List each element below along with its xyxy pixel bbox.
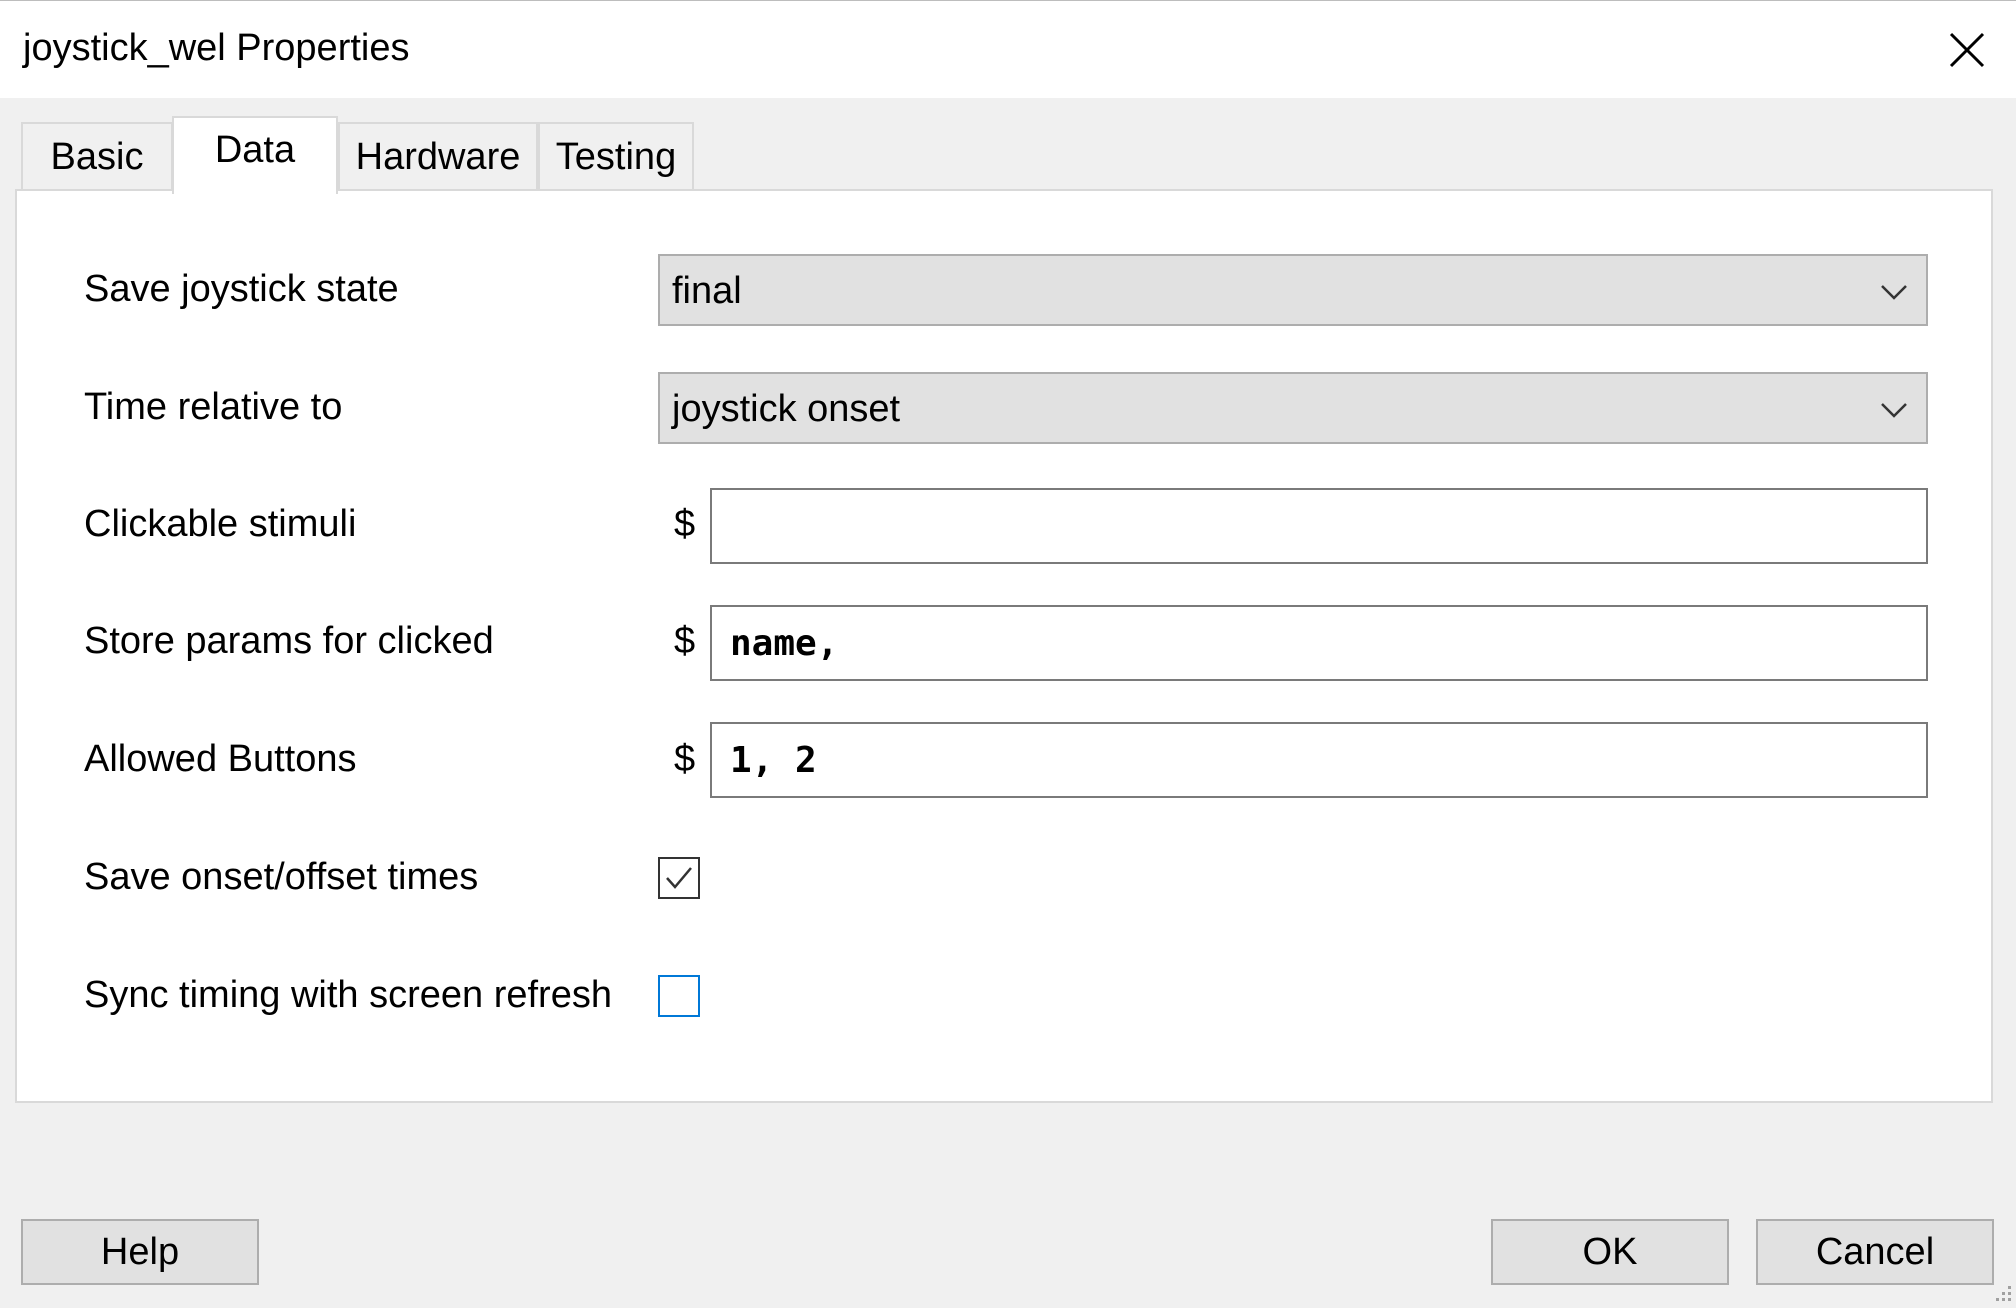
clickable-stimuli-label: Clickable stimuli	[84, 503, 357, 545]
save-state-value: final	[672, 270, 742, 312]
checkmark-icon	[666, 867, 692, 889]
help-button[interactable]: Help	[21, 1219, 259, 1285]
cancel-button-label: Cancel	[1815, 1230, 1935, 1273]
time-relative-value: joystick onset	[672, 388, 901, 430]
ok-button[interactable]: OK	[1491, 1219, 1729, 1285]
sync-timing-checkbox[interactable]	[658, 975, 700, 1017]
tab-testing-label: Testing	[555, 135, 677, 178]
store-params-input[interactable]	[710, 605, 1928, 681]
sync-timing-label: Sync timing with screen refresh	[84, 974, 612, 1016]
chevron-down-icon	[1881, 285, 1907, 300]
properties-dialog: joystick_wel Properties Basic Data Hardw…	[0, 0, 2016, 1308]
tab-basic-label: Basic	[50, 135, 144, 178]
cancel-button[interactable]: Cancel	[1756, 1219, 1994, 1285]
tab-hardware[interactable]: Hardware	[338, 122, 538, 190]
store-params-label: Store params for clicked	[84, 620, 494, 662]
chevron-down-icon	[1881, 403, 1907, 418]
save-onset-label: Save onset/offset times	[84, 856, 479, 898]
tab-data-label: Data	[214, 128, 296, 171]
title-bar: joystick_wel Properties	[0, 0, 2016, 98]
save-state-label: Save joystick state	[84, 268, 399, 310]
save-onset-checkbox[interactable]	[658, 857, 700, 899]
tab-data[interactable]: Data	[172, 116, 338, 194]
code-prefix: $	[674, 738, 696, 780]
time-relative-label: Time relative to	[84, 386, 343, 428]
time-relative-select[interactable]: joystick onset	[658, 372, 1928, 444]
resize-grip-icon[interactable]	[1990, 1280, 2014, 1304]
allowed-buttons-input[interactable]	[710, 722, 1928, 798]
allowed-buttons-label: Allowed Buttons	[84, 738, 357, 780]
ok-button-label: OK	[1582, 1230, 1638, 1273]
window-title: joystick_wel Properties	[23, 27, 410, 69]
close-icon	[1949, 32, 1985, 68]
save-state-select[interactable]: final	[658, 254, 1928, 326]
tab-testing[interactable]: Testing	[538, 122, 694, 190]
code-prefix: $	[674, 503, 696, 545]
clickable-stimuli-input[interactable]	[710, 488, 1928, 564]
tab-hardware-label: Hardware	[355, 135, 521, 178]
code-prefix: $	[674, 620, 696, 662]
close-button[interactable]	[1930, 11, 2004, 89]
tab-basic[interactable]: Basic	[21, 122, 173, 190]
help-button-label: Help	[100, 1230, 180, 1273]
